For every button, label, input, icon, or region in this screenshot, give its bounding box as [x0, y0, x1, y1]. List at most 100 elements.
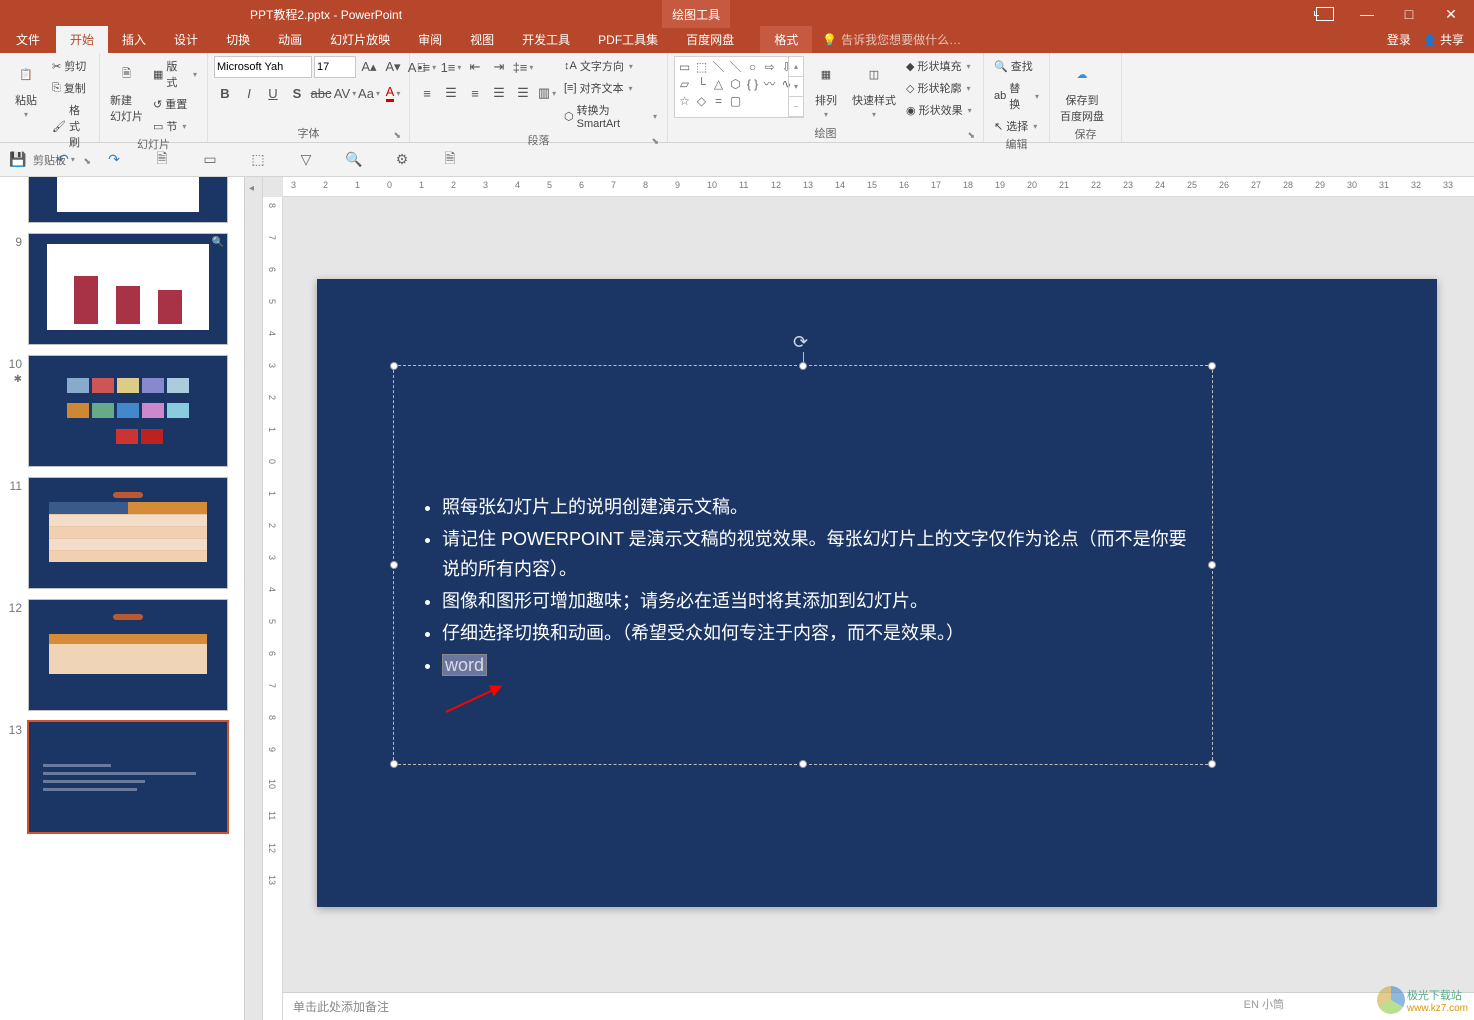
paste-button[interactable]: 📋 粘贴 ▾ [6, 56, 46, 121]
notes-pane[interactable]: 单击此处添加备注 [283, 992, 1474, 1020]
gallery-up-icon[interactable]: ▴ [789, 57, 803, 77]
tab-transition[interactable]: 切换 [212, 26, 264, 53]
find-button[interactable]: 🔍查找 [990, 56, 1043, 76]
text-direction-button[interactable]: ↕A文字方向 [560, 56, 661, 76]
slide-thumb-11[interactable] [28, 477, 228, 589]
bullet-list[interactable]: 照每张幻灯片上的说明创建演示文稿。 请记住 POWERPOINT 是演示文稿的视… [424, 492, 1192, 682]
resize-handle[interactable] [390, 760, 398, 768]
reset-button[interactable]: ↺重置 [149, 94, 201, 114]
bold-button[interactable]: B [214, 82, 236, 104]
tab-baidu[interactable]: 百度网盘 [672, 26, 748, 53]
shape-fill-button[interactable]: ◆形状填充 [902, 56, 976, 76]
copy-button[interactable]: ⎘复制 [48, 78, 93, 98]
tab-format[interactable]: 格式 [760, 26, 812, 53]
resize-handle[interactable] [1208, 362, 1216, 370]
qat-btn-10[interactable]: 🗎 [440, 150, 460, 170]
tab-home[interactable]: 开始 [56, 26, 108, 53]
qat-btn-8[interactable]: 🔍 [344, 150, 364, 170]
qat-btn-4[interactable]: 🗎 [152, 150, 172, 170]
numbering-button[interactable]: 1≡ [440, 56, 462, 78]
strikethrough-button[interactable]: abc [310, 82, 332, 104]
layout-button[interactable]: ▦版式 [149, 56, 201, 92]
qat-btn-5[interactable]: ▭ [200, 150, 220, 170]
qat-btn-9[interactable]: ⚙ [392, 150, 412, 170]
arrange-button[interactable]: ▦ 排列▾ [806, 56, 846, 121]
resize-handle[interactable] [390, 561, 398, 569]
justify-button[interactable]: ☰ [488, 82, 510, 104]
close-button[interactable]: ✕ [1434, 2, 1468, 26]
change-case-button[interactable]: Aa [358, 82, 380, 104]
gallery-more-icon[interactable]: ⎯ [789, 97, 803, 117]
resize-handle[interactable] [390, 362, 398, 370]
slide-thumb-12[interactable] [28, 599, 228, 711]
tab-pdf[interactable]: PDF工具集 [584, 26, 672, 53]
tab-animation[interactable]: 动画 [264, 26, 316, 53]
slide-thumb-8[interactable] [28, 177, 228, 223]
font-name-combo[interactable] [214, 56, 312, 78]
section-button[interactable]: ▭节 [149, 116, 201, 136]
rotate-handle-icon[interactable]: ⟳ [793, 332, 813, 352]
bullet-item[interactable]: 图像和图形可增加趣味；请务必在适当时将其添加到幻灯片。 [442, 586, 1192, 616]
slide-thumbnails-panel[interactable]: 9 🔍 10✱ [0, 177, 245, 1020]
shapes-gallery[interactable]: ▭ ⬚ ＼ ＼ ○ ⇨ ⇩ ▱ └ △ ⬡ { } 〰 ∿ ☆ ◇ = ▢ ▴ [674, 56, 804, 118]
increase-indent-button[interactable]: ⇥ [488, 56, 510, 78]
resize-handle[interactable] [1208, 561, 1216, 569]
underline-button[interactable]: U [262, 82, 284, 104]
shape-outline-button[interactable]: ◇形状轮廓 [902, 78, 976, 98]
tab-review[interactable]: 审阅 [404, 26, 456, 53]
panel-splitter[interactable] [245, 177, 263, 1020]
gallery-down-icon[interactable]: ▾ [789, 77, 803, 97]
slide-canvas[interactable]: ⟳ 照每张幻灯片上的说明创建演示文稿。 请记住 POWERPOINT 是演示文稿… [317, 279, 1437, 907]
tell-me-input[interactable]: 💡 告诉我您想要做什么… [812, 26, 1387, 53]
qat-btn-7[interactable]: ▽ [296, 150, 316, 170]
bullet-item[interactable]: 仔细选择切换和动画。（希望受众如何专注于内容，而不是效果。） [442, 618, 1192, 648]
redo-button[interactable]: ↷ [104, 150, 124, 170]
resize-handle[interactable] [799, 362, 807, 370]
tab-design[interactable]: 设计 [160, 26, 212, 53]
tab-developer[interactable]: 开发工具 [508, 26, 584, 53]
decrease-font-button[interactable]: A▾ [382, 56, 404, 78]
columns-button[interactable]: ▥ [536, 82, 558, 104]
select-button[interactable]: ↖选择 [990, 116, 1043, 136]
tab-view[interactable]: 视图 [456, 26, 508, 53]
align-right-button[interactable]: ≡ [464, 82, 486, 104]
quick-styles-button[interactable]: ◫ 快速样式▾ [848, 56, 900, 121]
bullet-item[interactable]: 请记住 POWERPOINT 是演示文稿的视觉效果。每张幻灯片上的文字仅作为论点… [442, 524, 1192, 584]
format-painter-button[interactable]: 🖌格式刷 [48, 100, 93, 152]
typed-word[interactable]: word [442, 654, 487, 676]
tab-insert[interactable]: 插入 [108, 26, 160, 53]
bullets-button[interactable]: •≡ [416, 56, 438, 78]
line-spacing-button[interactable]: ‡≡ [512, 56, 534, 78]
tab-file[interactable]: 文件 [0, 26, 56, 53]
font-color-button[interactable]: A [382, 82, 404, 104]
bullet-item-editing[interactable]: word [442, 650, 1192, 680]
slide-thumb-13[interactable] [28, 721, 228, 833]
share-button[interactable]: 👤 共享 [1423, 31, 1464, 53]
content-textbox[interactable]: ⟳ 照每张幻灯片上的说明创建演示文稿。 请记住 POWERPOINT 是演示文稿… [393, 365, 1213, 765]
cut-button[interactable]: ✂剪切 [48, 56, 93, 76]
shadow-button[interactable]: S [286, 82, 308, 104]
decrease-indent-button[interactable]: ⇤ [464, 56, 486, 78]
tab-slideshow[interactable]: 幻灯片放映 [316, 26, 404, 53]
char-spacing-button[interactable]: AV [334, 82, 356, 104]
resize-handle[interactable] [1208, 760, 1216, 768]
login-link[interactable]: 登录 [1387, 31, 1411, 53]
slide-thumb-9[interactable]: 🔍 [28, 233, 228, 345]
align-left-button[interactable]: ≡ [416, 82, 438, 104]
shape-effects-button[interactable]: ◉形状效果 [902, 100, 976, 120]
minimize-button[interactable]: — [1350, 2, 1384, 26]
slide-thumb-10[interactable] [28, 355, 228, 467]
maximize-button[interactable]: □ [1392, 2, 1426, 26]
align-center-button[interactable]: ☰ [440, 82, 462, 104]
bullet-item[interactable]: 照每张幻灯片上的说明创建演示文稿。 [442, 492, 1192, 522]
align-text-button[interactable]: [≡]对齐文本 [560, 78, 661, 98]
slide-stage[interactable]: ⟳ 照每张幻灯片上的说明创建演示文稿。 请记住 POWERPOINT 是演示文稿… [283, 197, 1474, 1020]
ribbon-display-options-button[interactable] [1308, 2, 1342, 26]
convert-smartart-button[interactable]: ⬡转换为 SmartArt [560, 100, 661, 132]
resize-handle[interactable] [799, 760, 807, 768]
font-size-combo[interactable] [314, 56, 356, 78]
distribute-button[interactable]: ☰ [512, 82, 534, 104]
qat-btn-6[interactable]: ⬚ [248, 150, 268, 170]
increase-font-button[interactable]: A▴ [358, 56, 380, 78]
italic-button[interactable]: I [238, 82, 260, 104]
